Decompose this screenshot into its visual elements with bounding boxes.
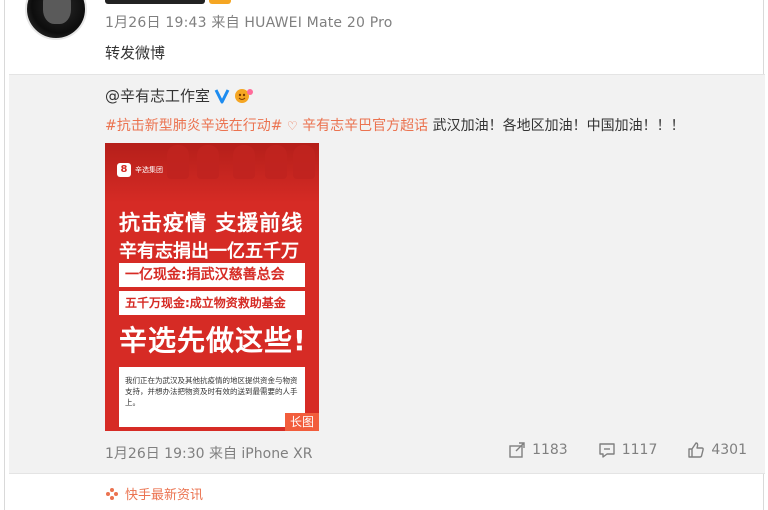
reposted-content: @辛有志工作室 #抗击新型肺炎辛选在行动# ♡ 辛有志辛巴官方超话 武汉加油！各… — [9, 74, 765, 474]
poster-subheadline: 辛有志捐出一亿五千万 — [119, 241, 299, 262]
original-author-link[interactable]: @辛有志工作室 — [105, 85, 210, 106]
poster-logo: 8 辛选集团 — [117, 163, 163, 177]
figure-silhouette — [293, 145, 315, 179]
user-avatar[interactable] — [25, 0, 87, 40]
verified-v-icon — [214, 88, 230, 103]
figure-silhouette — [197, 145, 219, 179]
member-badge-icon — [235, 88, 254, 103]
long-image-thumbnail[interactable]: 8 辛选集团 抗击疫情 支援前线 辛有志捐出一亿五千万 一亿现金:捐武汉慈善总会… — [105, 143, 319, 431]
poster-logo-text: 辛选集团 — [135, 166, 163, 174]
action-bar: 1183 1117 4301 — [508, 441, 747, 459]
figure-silhouette — [233, 145, 255, 179]
hashtag-link[interactable]: #抗击新型肺炎辛选在行动# — [105, 118, 282, 134]
poster-bar-donation: 一亿现金:捐武汉慈善总会 — [119, 263, 305, 287]
figure-silhouette — [167, 145, 189, 179]
source-link[interactable]: 快手最新资讯 — [105, 484, 203, 503]
username-redacted — [105, 0, 205, 4]
comment-count: 1117 — [621, 442, 658, 458]
comment-button[interactable]: 1117 — [598, 441, 658, 459]
source-label: 快手最新资讯 — [125, 488, 204, 503]
original-author-row: @辛有志工作室 — [105, 85, 254, 106]
poster-big-text: 辛选先做这些! — [119, 324, 307, 357]
poster-headline: 抗击疫情 支援前线 — [119, 211, 304, 235]
repost-button[interactable]: 1183 — [508, 441, 568, 459]
comment-icon — [599, 443, 615, 458]
avatar-silhouette — [43, 0, 71, 24]
poster-logo-icon: 8 — [117, 163, 131, 177]
user-badge-icon — [209, 0, 231, 4]
original-meta: 1月26日 19:30 来自 iPhone XR — [105, 446, 313, 462]
like-count: 4301 — [711, 442, 747, 458]
like-button[interactable]: 4301 — [687, 441, 747, 459]
original-body: 武汉加油！各地区加油！中国加油！！！ — [432, 118, 685, 134]
figure-silhouette — [265, 145, 287, 179]
repost-count: 1183 — [532, 442, 568, 458]
post-meta: 1月26日 19:43 来自 HUAWEI Mate 20 Pro — [105, 15, 393, 31]
repost-icon — [509, 442, 525, 458]
poster-bar-fund: 五千万现金:成立物资救助基金 — [119, 291, 305, 315]
original-text: #抗击新型肺炎辛选在行动# ♡ 辛有志辛巴官方超话 武汉加油！各地区加油！中国加… — [105, 115, 685, 135]
thumbs-up-icon — [688, 442, 705, 458]
poster-description: 我们正在为武汉及其他抗疫情的地区提供资金与物资支持，并想办法把物资及时有效的送到… — [119, 367, 305, 427]
long-image-badge: 长图 — [285, 413, 319, 431]
weibo-post-card: 1月26日 19:43 来自 HUAWEI Mate 20 Pro 转发微博 @… — [4, 0, 765, 510]
post-text: 转发微博 — [105, 44, 166, 62]
supertopic-heart-icon: ♡ — [286, 119, 298, 133]
flower-icon — [106, 487, 118, 500]
supertopic-link[interactable]: 辛有志辛巴官方超话 — [302, 118, 428, 134]
